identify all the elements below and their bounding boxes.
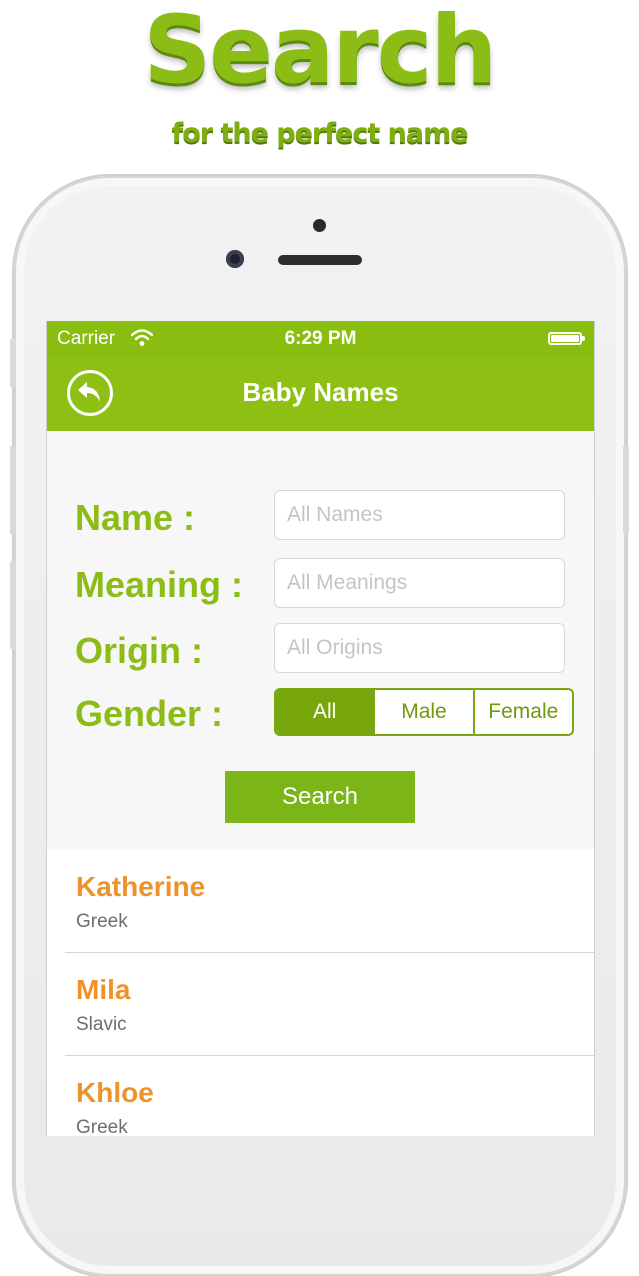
phone-side-button <box>623 445 629 535</box>
gender-option-male[interactable]: Male <box>373 690 472 734</box>
origin-label: Origin : <box>75 630 203 671</box>
battery-icon <box>548 332 585 345</box>
earpiece-speaker <box>278 255 362 265</box>
meaning-label: Meaning : <box>75 564 243 605</box>
list-item[interactable]: Mila Slavic <box>47 953 594 1056</box>
result-name: Mila <box>76 974 131 1005</box>
gender-label: Gender : <box>75 693 224 734</box>
proximity-sensor <box>313 219 326 232</box>
gender-segmented-control: All Male Female <box>274 688 574 736</box>
results-list: Katherine Greek Mila Slavic Khloe Greek <box>47 850 594 1136</box>
result-name: Katherine <box>76 871 206 902</box>
result-origin: Greek <box>76 1117 128 1136</box>
status-time: 6:29 PM <box>284 328 357 349</box>
result-origin: Greek <box>76 911 128 932</box>
promo-subtitle: for the perfect name <box>171 118 468 149</box>
origin-input[interactable] <box>274 623 565 673</box>
phone-side-button <box>10 338 16 388</box>
name-input[interactable] <box>274 490 565 540</box>
gender-option-all[interactable]: All <box>276 690 374 734</box>
result-name: Khloe <box>76 1077 154 1108</box>
promo-title: Search <box>143 0 498 105</box>
list-item[interactable]: Katherine Greek <box>47 850 594 953</box>
front-camera <box>226 250 244 268</box>
nav-bar: Baby Names <box>47 357 594 431</box>
nav-title: Baby Names <box>242 377 399 407</box>
name-label: Name : <box>75 497 196 538</box>
search-button[interactable]: Search <box>225 771 415 823</box>
phone-side-button <box>10 560 16 650</box>
meaning-input[interactable] <box>274 558 565 608</box>
list-item[interactable]: Khloe Greek <box>47 1056 594 1136</box>
phone-side-button <box>10 445 16 535</box>
app-screen: Carrier 6:29 PM Baby Names Name : Meanin… <box>46 321 595 1136</box>
result-origin: Slavic <box>76 1014 127 1035</box>
status-bar: Carrier 6:29 PM <box>47 321 594 357</box>
gender-option-female[interactable]: Female <box>472 690 572 734</box>
